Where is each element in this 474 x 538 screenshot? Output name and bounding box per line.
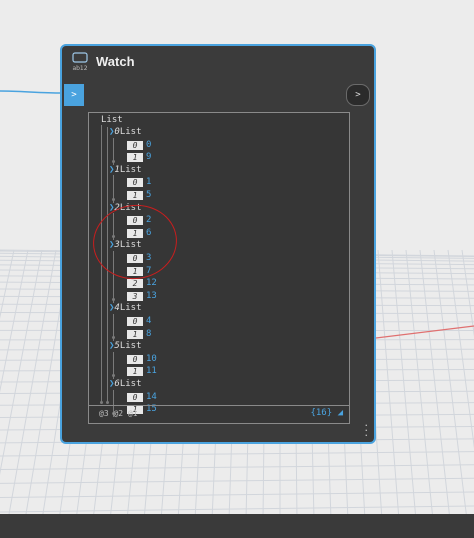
item-value[interactable]: 0 (146, 140, 151, 150)
node-title: Watch (96, 54, 135, 69)
item-index-badge: 0 (127, 317, 143, 326)
svg-text:ab12: ab12 (72, 65, 87, 72)
input-wire (0, 90, 62, 94)
sublist-end-dot (112, 298, 115, 302)
item-index-badge: 0 (127, 354, 143, 364)
item-value[interactable]: 14 (146, 392, 157, 402)
item-value[interactable]: 13 (146, 291, 157, 301)
sublist-header[interactable]: ❯4List (109, 303, 142, 313)
sublist-end-dot (112, 159, 115, 163)
item-value[interactable]: 9 (146, 152, 151, 162)
sublist-end-dot (112, 374, 115, 377)
root-list-label: List (101, 115, 123, 125)
sublist-header[interactable]: ❯0List (109, 127, 142, 137)
list-end-dot (106, 401, 109, 404)
item-value[interactable]: 4 (146, 316, 151, 326)
sublist-header[interactable]: ❯5List (109, 341, 142, 351)
item-index-badge: 0 (127, 140, 143, 150)
item-index-badge: 1 (127, 367, 143, 377)
item-index-badge: 1 (127, 153, 143, 163)
item-index-badge: 1 (127, 329, 143, 339)
item-index-badge: 3 (127, 291, 143, 301)
sublist-end-dot (112, 197, 115, 201)
item-index-badge: 1 (127, 191, 143, 200)
list-end-dot (100, 401, 103, 404)
status-bar (0, 514, 474, 538)
node-menu-icon[interactable]: · · · (365, 420, 369, 441)
item-value[interactable]: 10 (146, 354, 157, 364)
sublist-header[interactable]: ❯1List (109, 165, 142, 175)
watch-node-icon: ab12 (72, 52, 88, 72)
item-value[interactable]: 11 (146, 366, 157, 376)
sublist-label: List (119, 164, 142, 175)
list-levels[interactable]: @3 @2 @1 (99, 409, 138, 418)
sublist-label: List (119, 341, 142, 352)
item-value[interactable]: 1 (146, 177, 151, 187)
node-header[interactable]: ab12 Watch (62, 46, 374, 78)
item-count: {16} ◢ (310, 408, 343, 418)
item-value[interactable]: 8 (146, 329, 151, 339)
watch-footer: @3 @2 @1 {16} ◢ (89, 405, 349, 424)
sublist-header[interactable]: ❯6List (109, 379, 142, 389)
output-port[interactable]: > (346, 84, 370, 106)
item-index-badge: 0 (127, 392, 143, 402)
input-port[interactable]: > (64, 84, 84, 106)
sublist-label: List (119, 303, 142, 314)
item-count-text: {16} (310, 408, 333, 418)
item-index-badge: 2 (127, 279, 143, 289)
sublist-label: List (119, 379, 142, 389)
sublist-end-dot (112, 336, 115, 340)
sublist-label: List (119, 127, 142, 137)
item-index-badge: 0 (127, 178, 143, 188)
item-value[interactable]: 5 (146, 190, 151, 200)
item-value[interactable]: 12 (146, 278, 157, 288)
